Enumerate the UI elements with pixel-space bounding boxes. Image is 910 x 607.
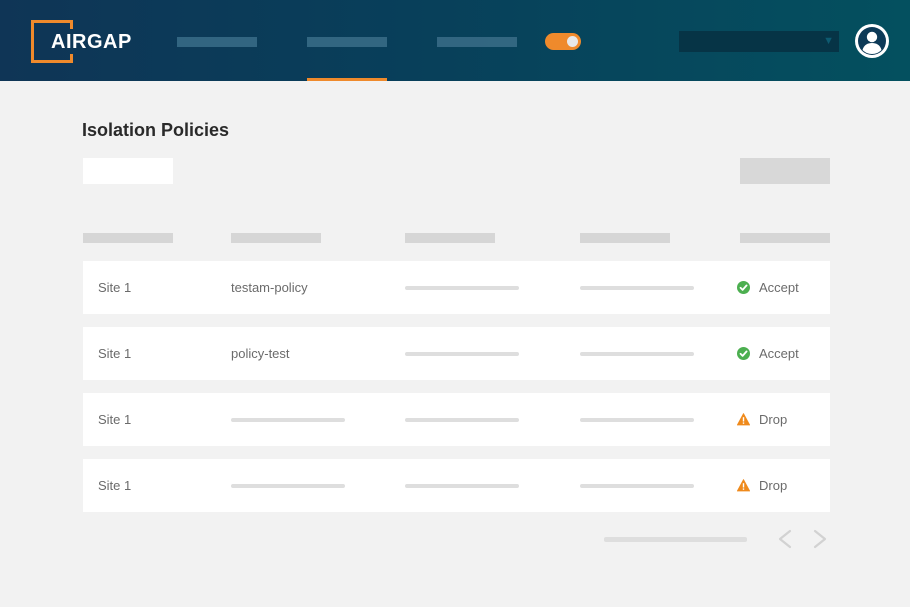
user-avatar-icon[interactable] — [855, 24, 889, 58]
page-title: Isolation Policies — [82, 120, 230, 140]
column-header-action[interactable] — [740, 233, 830, 243]
nav-item-3[interactable] — [437, 37, 517, 47]
airgap-logo[interactable]: AIRGAP — [31, 20, 141, 64]
status-label: Drop — [759, 412, 788, 427]
status-label: Drop — [759, 478, 788, 493]
caret-down-icon: ▼ — [823, 35, 834, 47]
chevron-right-icon — [813, 529, 827, 549]
filter-input[interactable] — [83, 158, 173, 184]
warning-triangle-icon — [737, 479, 750, 492]
column-header-site[interactable] — [83, 233, 173, 243]
placeholder-bar — [405, 352, 519, 356]
logo-text: AIRGAP — [51, 31, 132, 53]
placeholder-bar — [405, 286, 519, 290]
active-nav-indicator — [307, 78, 387, 81]
status-cell: Accept — [737, 261, 799, 314]
column-header-4[interactable] — [580, 233, 670, 243]
next-page-button[interactable] — [811, 528, 829, 550]
placeholder-bar — [405, 484, 519, 488]
placeholder-bar — [405, 418, 519, 422]
top-navigation-bar: AIRGAP ▼ — [0, 0, 910, 81]
header-toggle-switch[interactable] — [545, 33, 581, 50]
warning-triangle-icon — [737, 413, 750, 426]
check-circle-icon — [737, 281, 750, 294]
status-cell: Accept — [737, 327, 799, 380]
column-header-policy[interactable] — [231, 233, 321, 243]
status-cell: Drop — [737, 459, 787, 512]
site-cell: Site 1 — [98, 280, 132, 295]
site-cell: Site 1 — [98, 412, 132, 427]
previous-page-button[interactable] — [776, 528, 794, 550]
policy-name-cell: policy-test — [231, 346, 290, 361]
user-silhouette-icon — [858, 27, 886, 55]
placeholder-bar — [580, 286, 694, 290]
table-row[interactable]: Site 1 Drop — [83, 459, 830, 512]
table-row[interactable]: Site 1 policy-test Accept — [83, 327, 830, 380]
site-cell: Site 1 — [98, 346, 132, 361]
table-row[interactable]: Site 1 Drop — [83, 393, 830, 446]
header-select-dropdown[interactable]: ▼ — [679, 31, 839, 52]
check-circle-icon — [737, 347, 750, 360]
nav-item-2[interactable] — [307, 37, 387, 47]
nav-item-1[interactable] — [177, 37, 257, 47]
status-cell: Drop — [737, 393, 787, 446]
add-policy-button[interactable] — [740, 158, 830, 184]
column-header-3[interactable] — [405, 233, 495, 243]
placeholder-bar — [231, 484, 345, 488]
placeholder-bar — [580, 484, 694, 488]
status-label: Accept — [759, 346, 799, 361]
site-cell: Site 1 — [98, 478, 132, 493]
toggle-knob — [567, 36, 578, 47]
status-label: Accept — [759, 280, 799, 295]
placeholder-bar — [580, 352, 694, 356]
table-row[interactable]: Site 1 testam-policy Accept — [83, 261, 830, 314]
chevron-left-icon — [778, 529, 792, 549]
policy-name-cell: testam-policy — [231, 280, 308, 295]
placeholder-bar — [580, 418, 694, 422]
pagination-info — [604, 537, 747, 542]
placeholder-bar — [231, 418, 345, 422]
